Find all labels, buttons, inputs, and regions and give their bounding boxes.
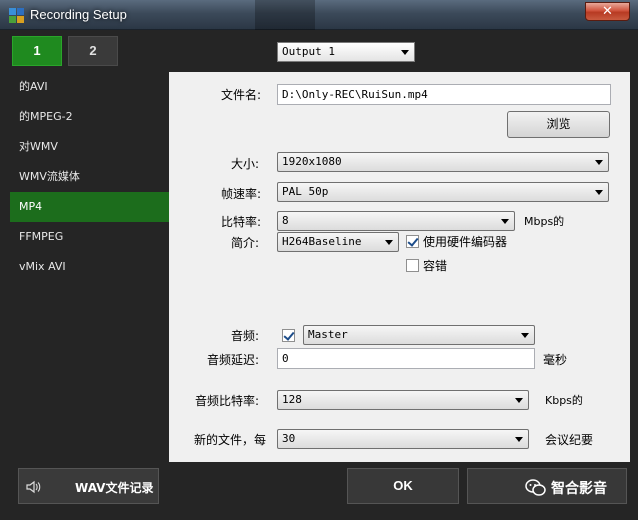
- wav-record-button[interactable]: WAV文件记录: [18, 468, 159, 504]
- chevron-down-icon: [595, 190, 603, 195]
- audio-source-value: Master: [308, 328, 348, 341]
- audio-bitrate-value: 128: [282, 393, 302, 406]
- close-button[interactable]: ✕: [585, 2, 630, 21]
- audio-delay-unit: 毫秒: [543, 353, 568, 367]
- watermark-text: 智合影音: [551, 481, 607, 497]
- new-file-unit: 会议纪要: [545, 433, 594, 447]
- chevron-down-icon: [501, 219, 509, 224]
- profile-select[interactable]: H264Baseline: [277, 232, 399, 252]
- title-bar: Recording Setup ✕: [0, 0, 638, 30]
- bitrate-value: 8: [282, 214, 289, 227]
- chevron-down-icon: [515, 398, 523, 403]
- size-label: 大小:: [231, 157, 260, 171]
- bitrate-label: 比特率:: [221, 215, 262, 229]
- filename-input[interactable]: D:\Only-REC\RuiSun.mp4: [277, 84, 611, 105]
- fault-tolerance-checkbox[interactable]: [406, 259, 419, 272]
- speaker-icon: [26, 480, 41, 494]
- wav-record-label: WAV文件记录: [75, 481, 154, 495]
- fault-tolerance-label: 容错: [423, 259, 448, 273]
- hw-encoder-checkbox[interactable]: [406, 235, 419, 248]
- sidebar-item-mp4[interactable]: MP4: [10, 192, 169, 222]
- settings-panel: 文件名: D:\Only-REC\RuiSun.mp4 浏览 大小: 1920x…: [169, 72, 630, 462]
- size-value: 1920x1080: [282, 155, 342, 168]
- profile-label: 简介:: [231, 236, 260, 250]
- chevron-down-icon: [521, 333, 529, 338]
- size-select[interactable]: 1920x1080: [277, 152, 609, 172]
- new-file-interval-value: 30: [282, 432, 296, 445]
- sidebar-item-wmv-streaming[interactable]: WMV流媒体: [10, 162, 169, 192]
- audio-source-select[interactable]: Master: [303, 325, 535, 345]
- new-file-label: 新的文件，每: [194, 433, 267, 447]
- sidebar-item-ffmpeg[interactable]: FFMPEG: [10, 222, 169, 252]
- audio-bitrate-label: 音频比特率:: [195, 394, 260, 408]
- chevron-down-icon: [401, 50, 409, 55]
- title-bar-highlight: [255, 0, 315, 30]
- chevron-down-icon: [515, 437, 523, 442]
- sidebar-item-wmv[interactable]: 对WMV: [10, 132, 169, 162]
- hw-encoder-label: 使用硬件编码器: [423, 235, 508, 249]
- audio-delay-input[interactable]: 0: [277, 348, 535, 369]
- sidebar-item-mpeg2[interactable]: 的MPEG-2: [10, 102, 169, 132]
- sidebar-item-vmix-avi[interactable]: vMix AVI: [10, 252, 169, 282]
- tab-2[interactable]: 2: [68, 36, 118, 66]
- wechat-icon: [525, 479, 546, 496]
- framerate-value: PAL 50p: [282, 185, 329, 198]
- framerate-label: 帧速率:: [221, 187, 262, 201]
- chevron-down-icon: [595, 160, 603, 165]
- output-select-value: Output 1: [282, 45, 335, 58]
- format-sidebar: 的AVI 的MPEG-2 对WMV WMV流媒体 MP4 FFMPEG vMix…: [10, 72, 169, 462]
- audio-label: 音频:: [231, 329, 260, 343]
- profile-value: H264Baseline: [282, 235, 362, 248]
- bitrate-select[interactable]: 8: [277, 211, 515, 231]
- audio-delay-label: 音频延迟:: [207, 353, 260, 367]
- chevron-down-icon: [385, 240, 393, 245]
- new-file-interval-select[interactable]: 30: [277, 429, 529, 449]
- tab-1[interactable]: 1: [12, 36, 62, 66]
- framerate-select[interactable]: PAL 50p: [277, 182, 609, 202]
- audio-checkbox[interactable]: [282, 329, 295, 342]
- app-icon: [9, 8, 25, 24]
- output-select[interactable]: Output 1: [277, 42, 415, 62]
- audio-bitrate-select[interactable]: 128: [277, 390, 529, 410]
- ok-button[interactable]: OK: [347, 468, 459, 504]
- browse-button[interactable]: 浏览: [507, 111, 610, 138]
- audio-bitrate-unit: Kbps的: [545, 394, 583, 407]
- bitrate-unit: Mbps的: [524, 215, 565, 228]
- filename-label: 文件名:: [221, 88, 262, 102]
- watermark: 智合影音: [525, 478, 607, 498]
- window-title: Recording Setup: [30, 7, 127, 22]
- sidebar-item-avi[interactable]: 的AVI: [10, 72, 169, 102]
